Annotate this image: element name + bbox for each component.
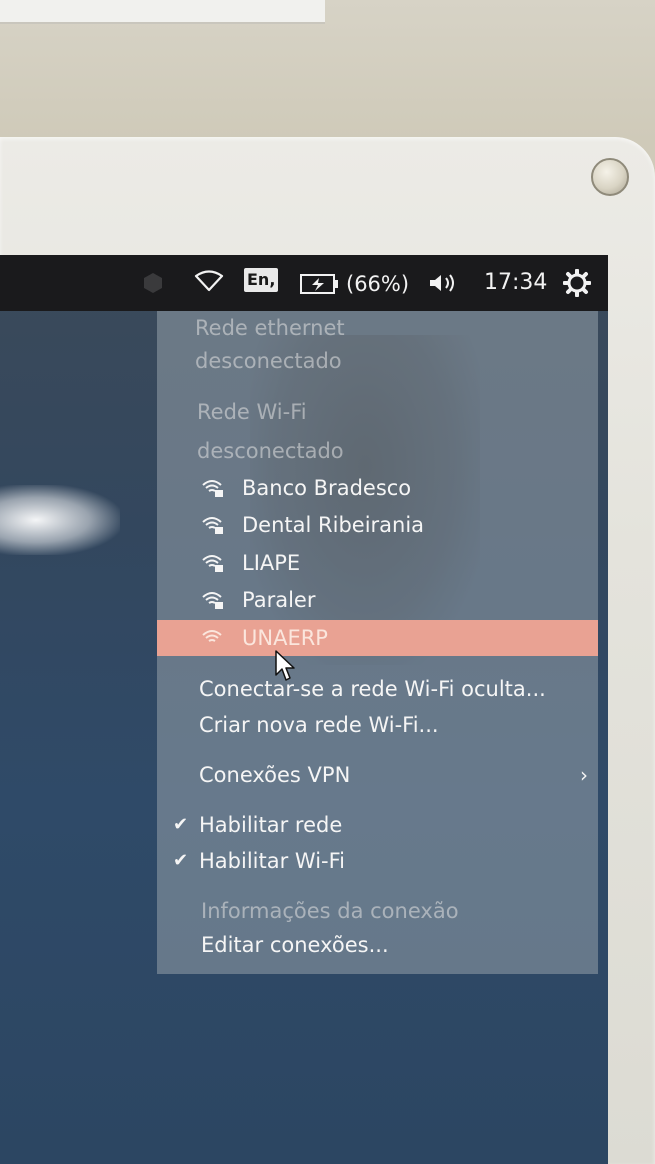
create-new-network[interactable]: Criar nova rede Wi-Fi...	[157, 708, 598, 742]
wifi-icon[interactable]	[194, 269, 224, 293]
app-indicator-icon[interactable]	[142, 271, 164, 295]
wifi-lock-icon	[202, 555, 223, 572]
network-name: LIAPE	[242, 551, 301, 575]
ethernet-header: Rede ethernet	[195, 316, 345, 340]
screen: En, (66%) 17:34 Rede ethernet desconecta…	[0, 255, 608, 1164]
battery-percentage: (66%)	[346, 272, 410, 296]
wifi-icon	[202, 630, 222, 642]
network-item-unaerp[interactable]: UNAERP	[157, 620, 598, 656]
clock[interactable]: 17:34	[484, 270, 547, 295]
background-paper	[0, 0, 325, 24]
wifi-lock-icon	[202, 517, 223, 534]
battery-icon	[300, 274, 338, 294]
clock-text: 17:34	[484, 270, 548, 295]
keyboard-layout-label: En,	[244, 268, 279, 292]
network-item-banco-bradesco[interactable]: Banco Bradesco	[157, 471, 598, 505]
network-item-paraler[interactable]: Paraler	[157, 583, 598, 617]
wifi-lock-icon	[202, 592, 223, 609]
enable-wifi-toggle[interactable]: ✔ Habilitar Wi-Fi	[157, 844, 598, 878]
enable-network-toggle[interactable]: ✔ Habilitar rede	[157, 808, 598, 842]
chevron-right-icon: ›	[580, 763, 588, 787]
checkmark-icon: ✔	[173, 850, 189, 871]
battery-indicator[interactable]: (66%)	[300, 272, 409, 296]
connection-info: Informações da conexão	[201, 899, 459, 923]
network-name: Banco Bradesco	[242, 476, 412, 500]
network-name: Dental Ribeirania	[242, 513, 425, 537]
wifi-header: Rede Wi-Fi	[197, 400, 307, 424]
gear-icon[interactable]	[563, 269, 591, 297]
mouse-cursor-icon	[275, 650, 295, 681]
edit-connections[interactable]: Editar conexões...	[157, 928, 598, 962]
volume-icon[interactable]	[428, 272, 458, 294]
network-name: Paraler	[242, 588, 316, 612]
wifi-lock-icon	[202, 480, 223, 497]
wifi-status: desconectado	[197, 439, 344, 463]
checkmark-icon: ✔	[173, 814, 189, 835]
network-item-liape[interactable]: LIAPE	[157, 546, 598, 580]
vpn-connections[interactable]: Conexões VPN ›	[157, 758, 598, 792]
top-panel: En, (66%) 17:34	[0, 255, 608, 311]
screen-glare	[0, 485, 120, 555]
network-item-dental-ribeirania[interactable]: Dental Ribeirania	[157, 508, 598, 542]
ethernet-status: desconectado	[195, 349, 342, 373]
connect-hidden-network[interactable]: Conectar-se a rede Wi-Fi oculta...	[157, 672, 598, 706]
network-menu: Rede ethernet desconectado Rede Wi-Fi de…	[157, 311, 598, 974]
power-button	[591, 158, 629, 196]
keyboard-layout-icon[interactable]: En,	[244, 268, 279, 292]
